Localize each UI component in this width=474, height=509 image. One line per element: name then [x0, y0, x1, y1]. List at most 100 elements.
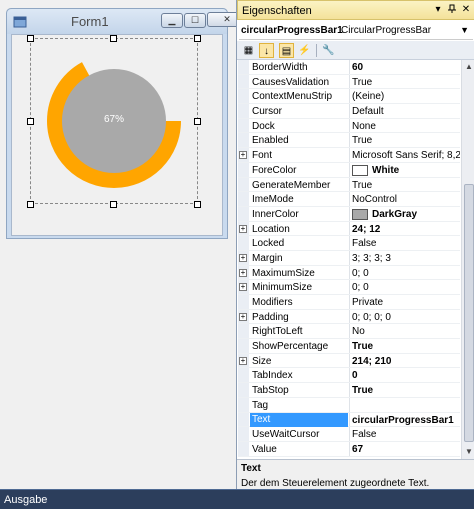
property-value[interactable]: circularProgressBar1	[352, 415, 460, 426]
property-value[interactable]: 214; 210	[352, 356, 460, 367]
property-value[interactable]: 60	[352, 62, 460, 73]
property-value[interactable]: True	[352, 341, 460, 352]
column-divider	[349, 206, 350, 221]
resize-handle-sw[interactable]	[27, 201, 34, 208]
expand-icon[interactable]: +	[239, 283, 247, 292]
property-value[interactable]: Private	[352, 297, 460, 308]
events-icon[interactable]: ⚡	[297, 43, 312, 58]
properties-title-bar[interactable]: Eigenschaften ▾ ✕	[237, 0, 474, 20]
property-row[interactable]: Value 67	[238, 441, 460, 457]
column-divider	[349, 89, 350, 104]
expand-icon[interactable]: +	[239, 224, 247, 233]
property-row[interactable]: Cursor Default	[238, 104, 460, 119]
categorized-icon[interactable]: ▦	[241, 43, 256, 58]
property-name: MaximumSize	[252, 267, 315, 279]
property-value-text: White	[372, 164, 400, 176]
property-value[interactable]: Default	[352, 106, 460, 117]
property-row[interactable]: ShowPercentage True	[238, 339, 460, 354]
property-value[interactable]: True	[352, 180, 460, 191]
output-tab[interactable]: Ausgabe	[0, 492, 51, 508]
form-title: Form1	[71, 14, 109, 29]
expand-icon[interactable]: +	[239, 151, 247, 160]
expand-icon[interactable]: +	[239, 356, 247, 365]
property-value[interactable]: DarkGray	[352, 208, 460, 220]
minimize-button[interactable]: ▁	[161, 13, 183, 28]
pin-icon[interactable]	[446, 4, 458, 16]
property-value[interactable]: False	[352, 238, 460, 249]
expand-icon[interactable]: +	[239, 253, 247, 262]
property-value[interactable]: True	[352, 77, 460, 88]
property-row[interactable]: Locked False	[238, 236, 460, 251]
property-value[interactable]: White	[352, 164, 460, 176]
property-row[interactable]: Enabled True	[238, 133, 460, 149]
property-value[interactable]: NoControl	[352, 194, 460, 205]
property-value[interactable]: 24; 12	[352, 224, 460, 235]
properties-toolbar: ▦ ↓ ▤ ⚡ 🔧	[237, 41, 474, 60]
dropdown-icon[interactable]: ▾	[432, 4, 444, 16]
alphabetical-icon[interactable]: ↓	[259, 43, 274, 58]
scroll-up-icon[interactable]: ▲	[463, 61, 474, 73]
property-value[interactable]: 67	[352, 444, 460, 455]
property-row[interactable]: TabStop True	[238, 383, 460, 398]
row-gutter: +	[238, 148, 249, 162]
property-value[interactable]: Microsoft Sans Serif; 8,25	[352, 150, 460, 161]
maximize-button[interactable]: ☐	[184, 13, 206, 28]
property-row[interactable]: RightToLeft No	[238, 324, 460, 340]
property-row[interactable]: ContextMenuStrip (Keine)	[238, 89, 460, 105]
property-value[interactable]: False	[352, 429, 460, 440]
property-pages-icon[interactable]: 🔧	[321, 43, 336, 58]
property-row[interactable]: TabIndex 0	[238, 368, 460, 384]
property-value[interactable]: 3; 3; 3; 3	[352, 253, 460, 264]
property-row[interactable]: + Padding 0; 0; 0; 0	[238, 309, 460, 325]
property-row[interactable]: Modifiers Private	[238, 295, 460, 310]
description-pane: Text Der dem Steuerelement zugeordnete T…	[237, 459, 474, 489]
resize-handle-nw[interactable]	[27, 35, 34, 42]
property-value-text: NoControl	[352, 194, 398, 206]
property-value[interactable]: 0; 0	[352, 268, 460, 279]
object-selector[interactable]: circularProgressBar1 CircularProgressBar…	[239, 22, 473, 40]
form-title-bar[interactable]: Form1 ▁ ☐	[7, 9, 227, 34]
resize-handle-e[interactable]	[194, 118, 201, 125]
expand-icon[interactable]: +	[239, 312, 247, 321]
resize-handle-n[interactable]	[110, 35, 117, 42]
property-row[interactable]: GenerateMember True	[238, 177, 460, 193]
resize-handle-se[interactable]	[194, 201, 201, 208]
property-row[interactable]: Dock None	[238, 118, 460, 134]
property-row[interactable]: + Size 214; 210	[238, 353, 460, 369]
property-row[interactable]: Text circularProgressBar1	[238, 412, 460, 428]
close-icon[interactable]: ✕	[460, 4, 472, 16]
resize-handle-w[interactable]	[27, 118, 34, 125]
property-row[interactable]: + MaximumSize 0; 0	[238, 265, 460, 281]
property-row[interactable]: UseWaitCursor False	[238, 427, 460, 442]
property-row[interactable]: + Margin 3; 3; 3; 3	[238, 250, 460, 266]
resize-handle-ne[interactable]	[194, 35, 201, 42]
property-value[interactable]: None	[352, 121, 460, 132]
properties-icon[interactable]: ▤	[279, 43, 294, 58]
property-value[interactable]: 0	[352, 370, 460, 381]
expand-icon[interactable]: +	[239, 268, 247, 277]
resize-handle-s[interactable]	[110, 201, 117, 208]
chevron-down-icon[interactable]: ▼	[460, 25, 469, 35]
property-value[interactable]: No	[352, 326, 460, 337]
property-row[interactable]: + Font Microsoft Sans Serif; 8,25	[238, 148, 460, 163]
column-divider	[349, 118, 350, 133]
property-value[interactable]: 0; 0	[352, 282, 460, 293]
property-row[interactable]: + Location 24; 12	[238, 221, 460, 237]
property-value[interactable]: 0; 0; 0; 0	[352, 312, 460, 323]
property-row[interactable]: ImeMode NoControl	[238, 192, 460, 207]
property-grid-scrollbar[interactable]: ▲ ▼	[461, 60, 474, 460]
property-row[interactable]: ForeColor White	[238, 162, 460, 178]
property-row[interactable]: InnerColor DarkGray	[238, 206, 460, 222]
property-value-text: True	[352, 341, 374, 353]
property-value[interactable]: (Keine)	[352, 91, 460, 102]
scroll-thumb[interactable]	[464, 184, 474, 442]
scroll-down-icon[interactable]: ▼	[463, 446, 474, 458]
property-name: RightToLeft	[252, 326, 303, 338]
property-row[interactable]: + MinimumSize 0; 0	[238, 280, 460, 295]
property-value[interactable]: True	[352, 135, 460, 146]
property-row[interactable]: BorderWidth 60	[238, 60, 460, 75]
property-row[interactable]: CausesValidation True	[238, 74, 460, 90]
property-value[interactable]: True	[352, 385, 460, 396]
property-row[interactable]: Tag	[238, 397, 460, 413]
description-text: Der dem Steuerelement zugeordnete Text.	[241, 478, 430, 489]
